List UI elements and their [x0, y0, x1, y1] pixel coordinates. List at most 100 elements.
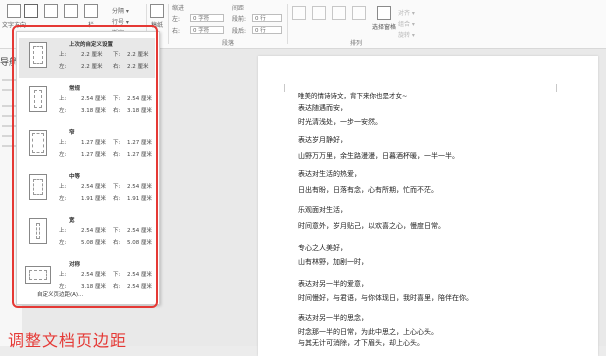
line-numbers-menu[interactable]: 行号 ▾: [112, 17, 129, 26]
margin-preset-normal[interactable]: 常规 上: 2.54 厘米 下: 2.54 厘米 左: 3.18 厘米 右: 3…: [19, 82, 155, 122]
text-direction-icon: [7, 4, 21, 18]
breaks-menu[interactable]: 分隔 ▾: [112, 6, 129, 15]
margin-value: 2.2 厘米: [127, 64, 149, 70]
text-direction-button[interactable]: 文字方向: [2, 4, 26, 29]
rotate-menu[interactable]: 旋转 ▾: [398, 30, 415, 39]
margin-value: 下:: [113, 272, 121, 278]
page-thumbnail-icon: [29, 218, 47, 244]
margin-preset-narrow[interactable]: 窄 上: 1.27 厘米 下: 1.27 厘米 左: 1.27 厘米 右: 1.…: [19, 126, 155, 166]
margin-value: 上:: [59, 184, 67, 190]
doc-line[interactable]: 与其无计可消除，才下眉头，却上心头。: [298, 339, 424, 348]
margin-value: 常规: [69, 86, 81, 92]
margin-value: 左:: [59, 108, 67, 114]
text-direction-label: 文字方向: [2, 22, 27, 29]
margin-value: 右:: [113, 152, 121, 158]
margin-value: 2.2 厘米: [127, 52, 149, 58]
margin-value: 2.54 厘米: [81, 228, 106, 234]
group-menu[interactable]: 组合 ▾: [398, 19, 415, 28]
wrap-text-button[interactable]: [312, 6, 326, 22]
margin-value: 2.54 厘米: [127, 184, 152, 190]
doc-line[interactable]: 乐观面对生活，: [298, 206, 347, 215]
doc-line[interactable]: 表达随遇而安，: [298, 104, 347, 113]
indent-group-label: 缩进: [172, 5, 185, 12]
align-menu[interactable]: 对齐 ▾: [398, 8, 415, 17]
page-thumbnail-icon: [29, 86, 47, 112]
margin-value: 1.27 厘米: [81, 140, 106, 146]
doc-line[interactable]: 山野万万里，余生路漫漫，日暮酒杯暖，一半一半。: [298, 152, 459, 161]
orientation-icon: [44, 4, 58, 18]
paragraph-group-label: 段落: [222, 40, 235, 47]
margin-value: 2.54 厘米: [127, 96, 152, 102]
selection-pane-button[interactable]: 选择窗格: [372, 6, 396, 31]
doc-line[interactable]: 表达对生活的热爱，: [298, 170, 361, 179]
margin-value: 2.54 厘米: [81, 184, 106, 190]
margin-value: 1.91 厘米: [127, 196, 152, 202]
position-button[interactable]: [292, 6, 306, 22]
margin-value: 下:: [113, 52, 121, 58]
margins-icon: [24, 4, 38, 18]
margin-value: 下:: [113, 96, 121, 102]
margin-value: 2.54 厘米: [127, 272, 152, 278]
wrap-text-icon: [312, 6, 326, 20]
margin-value: 3.18 厘米: [81, 284, 106, 290]
page-size-button[interactable]: [64, 4, 78, 20]
spacing-before-input[interactable]: 0 行: [252, 14, 282, 22]
margin-value: 上:: [59, 228, 67, 234]
position-icon: [292, 6, 306, 20]
margin-value: 左:: [59, 64, 67, 70]
margin-preset-wide[interactable]: 宽 上: 2.54 厘米 下: 2.54 厘米 左: 5.08 厘米 右: 5.…: [19, 214, 155, 254]
doc-line[interactable]: 时念那一半的日常，为此中思之，上心心头。: [298, 328, 438, 337]
margin-value: 2.2 厘米: [81, 52, 103, 58]
custom-margins-item[interactable]: 自定义页边距(A)...: [37, 290, 83, 298]
margin-preset-moderate[interactable]: 中等 上: 2.54 厘米 下: 2.54 厘米 左: 1.91 厘米 右: 1…: [19, 170, 155, 210]
margin-value: 1.27 厘米: [127, 152, 152, 158]
margin-value: 右:: [113, 196, 121, 202]
page-size-icon: [64, 4, 78, 18]
margin-value: 3.18 厘米: [127, 108, 152, 114]
doc-line[interactable]: 山有林野，加剧一时，: [298, 258, 368, 267]
send-backward-button[interactable]: [352, 6, 366, 22]
manuscript-icon: [150, 4, 164, 18]
doc-line[interactable]: 日出有盼，日落有念，心有所期，忙而不茫。: [298, 186, 438, 195]
selection-pane-label: 选择窗格: [372, 24, 397, 31]
margin-value: 右:: [113, 108, 121, 114]
doc-line[interactable]: 时光清浅处，一步一安然。: [298, 118, 382, 127]
margins-dropdown: 上次的自定义设置 上: 2.2 厘米 下: 2.2 厘米 左: 2.2 厘米 右…: [16, 31, 160, 305]
margin-value: 右:: [113, 284, 121, 290]
page-thumbnail-icon: [25, 266, 51, 284]
columns-button[interactable]: 栏: [84, 4, 98, 29]
selection-pane-icon: [377, 6, 391, 20]
doc-line[interactable]: 表达对另一半的爱意，: [298, 280, 368, 289]
margin-preset-last-custom[interactable]: 上次的自定义设置 上: 2.2 厘米 下: 2.2 厘米 左: 2.2 厘米 右…: [19, 38, 155, 78]
page-thumbnail-icon: [29, 174, 47, 200]
margins-button[interactable]: [24, 4, 38, 20]
margin-value: 上:: [59, 140, 67, 146]
indent-left-input[interactable]: 0 字符: [190, 14, 224, 22]
margin-value: 2.54 厘米: [81, 96, 106, 102]
spacing-before-label: 段前:: [232, 16, 247, 23]
margin-value: 上:: [59, 52, 67, 58]
margin-value: 右:: [113, 64, 121, 70]
doc-line[interactable]: 时间慢好，与君语，与你体现日，我时喜里，陪伴在你。: [298, 294, 473, 303]
page-thumbnail-icon: [29, 42, 47, 68]
indent-right-input[interactable]: 0 字符: [190, 26, 224, 34]
margin-value: 1.27 厘米: [81, 152, 106, 158]
margin-value: 中等: [69, 174, 81, 180]
spacing-after-label: 段后:: [232, 28, 247, 35]
bring-forward-icon: [332, 6, 346, 20]
doc-line[interactable]: 专心之人美好，: [298, 244, 347, 253]
orientation-button[interactable]: [44, 4, 58, 20]
doc-line[interactable]: 表达岁月静好，: [298, 136, 347, 145]
bring-forward-button[interactable]: [332, 6, 346, 22]
columns-icon: [84, 4, 98, 18]
doc-line[interactable]: 唯美的情诗诗文，背下来你也是才女~: [298, 92, 407, 101]
doc-line[interactable]: 时间意外，岁月贴己，以欢喜之心，慢度日常。: [298, 222, 445, 231]
doc-line[interactable]: 表达对另一半的思念，: [298, 314, 368, 323]
spacing-after-input[interactable]: 0 行: [252, 26, 282, 34]
margin-value: 下:: [113, 184, 121, 190]
margin-value: 左:: [59, 152, 67, 158]
manuscript-button[interactable]: 稿纸: [150, 4, 164, 29]
margin-value: 1.27 厘米: [127, 140, 152, 146]
margin-value: 上:: [59, 96, 67, 102]
caption-text: 调整文档页边距: [8, 331, 128, 350]
